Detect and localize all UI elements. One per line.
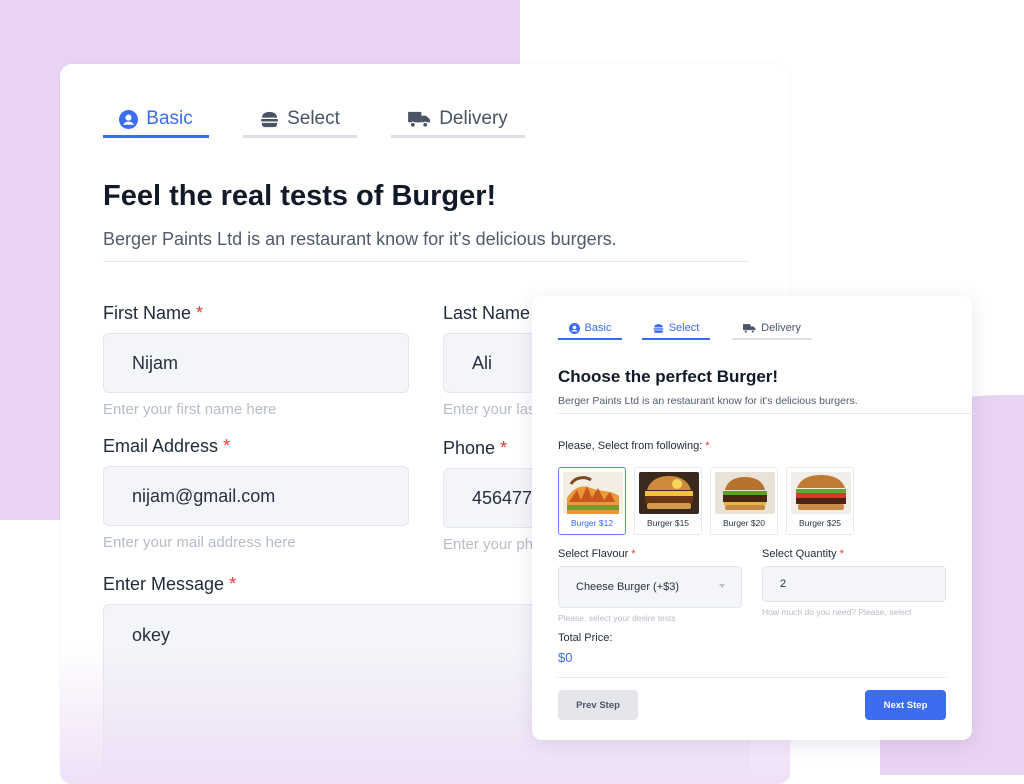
tab-delivery-label: Delivery: [439, 108, 508, 129]
phone-label: Phone *: [443, 438, 508, 458]
burger-photo-4: [791, 472, 851, 514]
quantity-input[interactable]: 2: [762, 566, 946, 602]
page-subtitle: Berger Paints Ltd is an restaurant know …: [103, 229, 617, 249]
tab-basic[interactable]: Basic: [103, 100, 209, 138]
next-step-button[interactable]: Next Step: [865, 690, 946, 720]
total-price-label: Total Price:: [558, 632, 613, 644]
email-hint: Enter your mail address here: [103, 534, 296, 551]
burger-option-25[interactable]: Burger $25: [786, 467, 854, 535]
tab-delivery[interactable]: Delivery: [391, 100, 525, 138]
burger-option-20[interactable]: Burger $20: [710, 467, 778, 535]
burger-option-15[interactable]: Burger $15: [634, 467, 702, 535]
tab-select[interactable]: Select: [642, 316, 710, 340]
step-tabs: Basic Select Delivery: [558, 316, 812, 340]
last-name-label: Last Name*: [443, 303, 542, 323]
tab-select[interactable]: Select: [243, 100, 357, 138]
total-price-value: $0: [558, 650, 573, 665]
divider: [103, 261, 749, 262]
truck-icon: [743, 323, 756, 333]
flavour-value: Cheese Burger (+$3): [576, 581, 680, 593]
burger-price-label: Burger $15: [646, 518, 690, 528]
first-name-hint: Enter your first name here: [103, 401, 277, 418]
flavour-label: Select Flavour *: [558, 548, 636, 560]
tab-select-label: Select: [287, 108, 340, 129]
burger-photo-1: [563, 472, 623, 514]
main-tabs: Basic Select Delivery: [103, 100, 525, 138]
message-label: Enter Message *: [103, 574, 237, 594]
burger-icon: [261, 111, 279, 127]
email-label: Email Address *: [103, 436, 231, 456]
page-title: Feel the real tests of Burger!: [103, 180, 497, 212]
tab-delivery-label: Delivery: [761, 322, 801, 334]
divider: [558, 413, 974, 414]
quantity-hint: How much do you need? Please, select: [762, 607, 912, 617]
burger-price-label: Burger $25: [798, 518, 842, 528]
card-subtitle: Berger Paints Ltd is an restaurant know …: [558, 395, 858, 407]
burger-option-12[interactable]: Burger $12: [558, 467, 626, 535]
select-burger-card: Basic Select Delivery Choose the perfect…: [532, 296, 974, 740]
user-circle-icon: [568, 322, 580, 334]
tab-basic-label: Basic: [584, 322, 612, 334]
quantity-label: Select Quantity *: [762, 548, 844, 560]
flavour-hint: Please, select your desire tests: [558, 613, 676, 623]
email-field[interactable]: nijam@gmail.com: [103, 466, 409, 526]
burger-photo-3: [715, 472, 775, 514]
card-title: Choose the perfect Burger!: [558, 367, 779, 386]
first-name-field[interactable]: Nijam: [103, 333, 409, 393]
user-circle-icon: [119, 109, 139, 129]
chevron-down-icon: [719, 584, 725, 588]
select-burger-label: Please, Select from following: *: [558, 440, 710, 452]
prev-step-button[interactable]: Prev Step: [558, 690, 638, 720]
burger-icon: [653, 323, 664, 333]
burger-price-label: Burger $20: [722, 518, 766, 528]
flavour-select[interactable]: Cheese Burger (+$3): [558, 566, 742, 608]
tab-select-label: Select: [668, 322, 700, 334]
tab-basic[interactable]: Basic: [558, 316, 622, 340]
first-name-label: First Name *: [103, 303, 204, 323]
divider: [558, 677, 946, 678]
burger-photo-2: [639, 472, 699, 514]
truck-icon: [408, 111, 431, 128]
tab-basic-label: Basic: [146, 108, 193, 129]
burger-price-label: Burger $12: [570, 518, 614, 528]
tab-delivery[interactable]: Delivery: [732, 316, 812, 340]
